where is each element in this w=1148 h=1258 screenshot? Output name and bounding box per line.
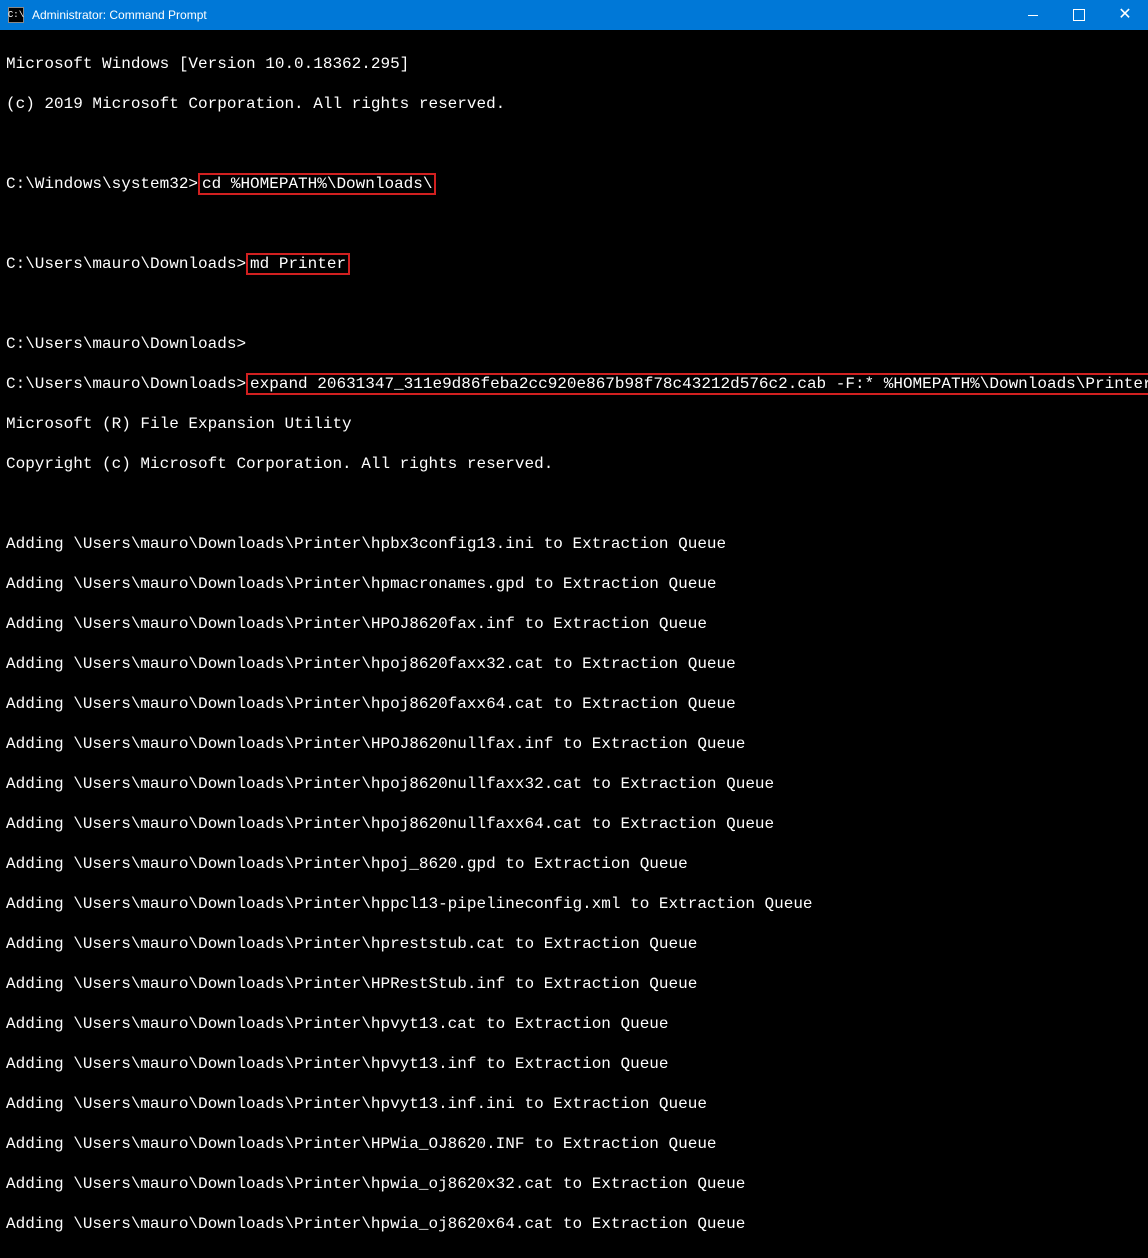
highlighted-command-cd: cd %HOMEPATH%\Downloads\ xyxy=(198,173,436,195)
adding-line: Adding \Users\mauro\Downloads\Printer\HP… xyxy=(6,974,1142,994)
blank-line xyxy=(6,294,1142,314)
window-title: Administrator: Command Prompt xyxy=(32,8,1010,22)
adding-line: Adding \Users\mauro\Downloads\Printer\hp… xyxy=(6,694,1142,714)
titlebar[interactable]: C:\ Administrator: Command Prompt ✕ xyxy=(0,0,1148,30)
prompt-2: C:\Users\mauro\Downloads> xyxy=(6,255,246,273)
adding-line: Adding \Users\mauro\Downloads\Printer\hp… xyxy=(6,1174,1142,1194)
adding-line: Adding \Users\mauro\Downloads\Printer\hp… xyxy=(6,1214,1142,1234)
prompt-3: C:\Users\mauro\Downloads> xyxy=(6,375,246,393)
minimize-button[interactable] xyxy=(1010,0,1056,30)
highlighted-command-md: md Printer xyxy=(246,253,350,275)
adding-line: Adding \Users\mauro\Downloads\Printer\hp… xyxy=(6,814,1142,834)
close-button[interactable]: ✕ xyxy=(1102,0,1148,30)
adding-line: Adding \Users\mauro\Downloads\Printer\HP… xyxy=(6,614,1142,634)
adding-line: Adding \Users\mauro\Downloads\Printer\hp… xyxy=(6,934,1142,954)
cmd-line-3: C:\Users\mauro\Downloads>expand 20631347… xyxy=(6,374,1142,394)
maximize-button[interactable] xyxy=(1056,0,1102,30)
cmd-line-1: C:\Windows\system32>cd %HOMEPATH%\Downlo… xyxy=(6,174,1142,194)
adding-line: Adding \Users\mauro\Downloads\Printer\hp… xyxy=(6,1094,1142,1114)
expand-utility-line: Microsoft (R) File Expansion Utility xyxy=(6,414,1142,434)
prompt-1: C:\Windows\system32> xyxy=(6,175,198,193)
copyright-line: (c) 2019 Microsoft Corporation. All righ… xyxy=(6,94,1142,114)
blank-line xyxy=(6,134,1142,154)
cmd-line-3-empty: C:\Users\mauro\Downloads> xyxy=(6,334,1142,354)
adding-line: Adding \Users\mauro\Downloads\Printer\hp… xyxy=(6,654,1142,674)
adding-line: Adding \Users\mauro\Downloads\Printer\hp… xyxy=(6,1014,1142,1034)
blank-line xyxy=(6,214,1142,234)
adding-line: Adding \Users\mauro\Downloads\Printer\hp… xyxy=(6,774,1142,794)
expand-copyright-line: Copyright (c) Microsoft Corporation. All… xyxy=(6,454,1142,474)
adding-line: Adding \Users\mauro\Downloads\Printer\hp… xyxy=(6,1054,1142,1074)
cmd-line-2: C:\Users\mauro\Downloads>md Printer xyxy=(6,254,1142,274)
adding-line: Adding \Users\mauro\Downloads\Printer\HP… xyxy=(6,1134,1142,1154)
adding-line: Adding \Users\mauro\Downloads\Printer\hp… xyxy=(6,854,1142,874)
adding-line: Adding \Users\mauro\Downloads\Printer\hp… xyxy=(6,894,1142,914)
terminal-output[interactable]: Microsoft Windows [Version 10.0.18362.29… xyxy=(0,30,1148,1258)
adding-line: Adding \Users\mauro\Downloads\Printer\HP… xyxy=(6,734,1142,754)
adding-line: Adding \Users\mauro\Downloads\Printer\hp… xyxy=(6,574,1142,594)
cmd-icon: C:\ xyxy=(8,7,24,23)
blank-line xyxy=(6,494,1142,514)
window-controls: ✕ xyxy=(1010,0,1148,30)
highlighted-command-expand: expand 20631347_311e9d86feba2cc920e867b9… xyxy=(246,373,1148,395)
adding-line: Adding \Users\mauro\Downloads\Printer\hp… xyxy=(6,534,1142,554)
version-line: Microsoft Windows [Version 10.0.18362.29… xyxy=(6,54,1142,74)
